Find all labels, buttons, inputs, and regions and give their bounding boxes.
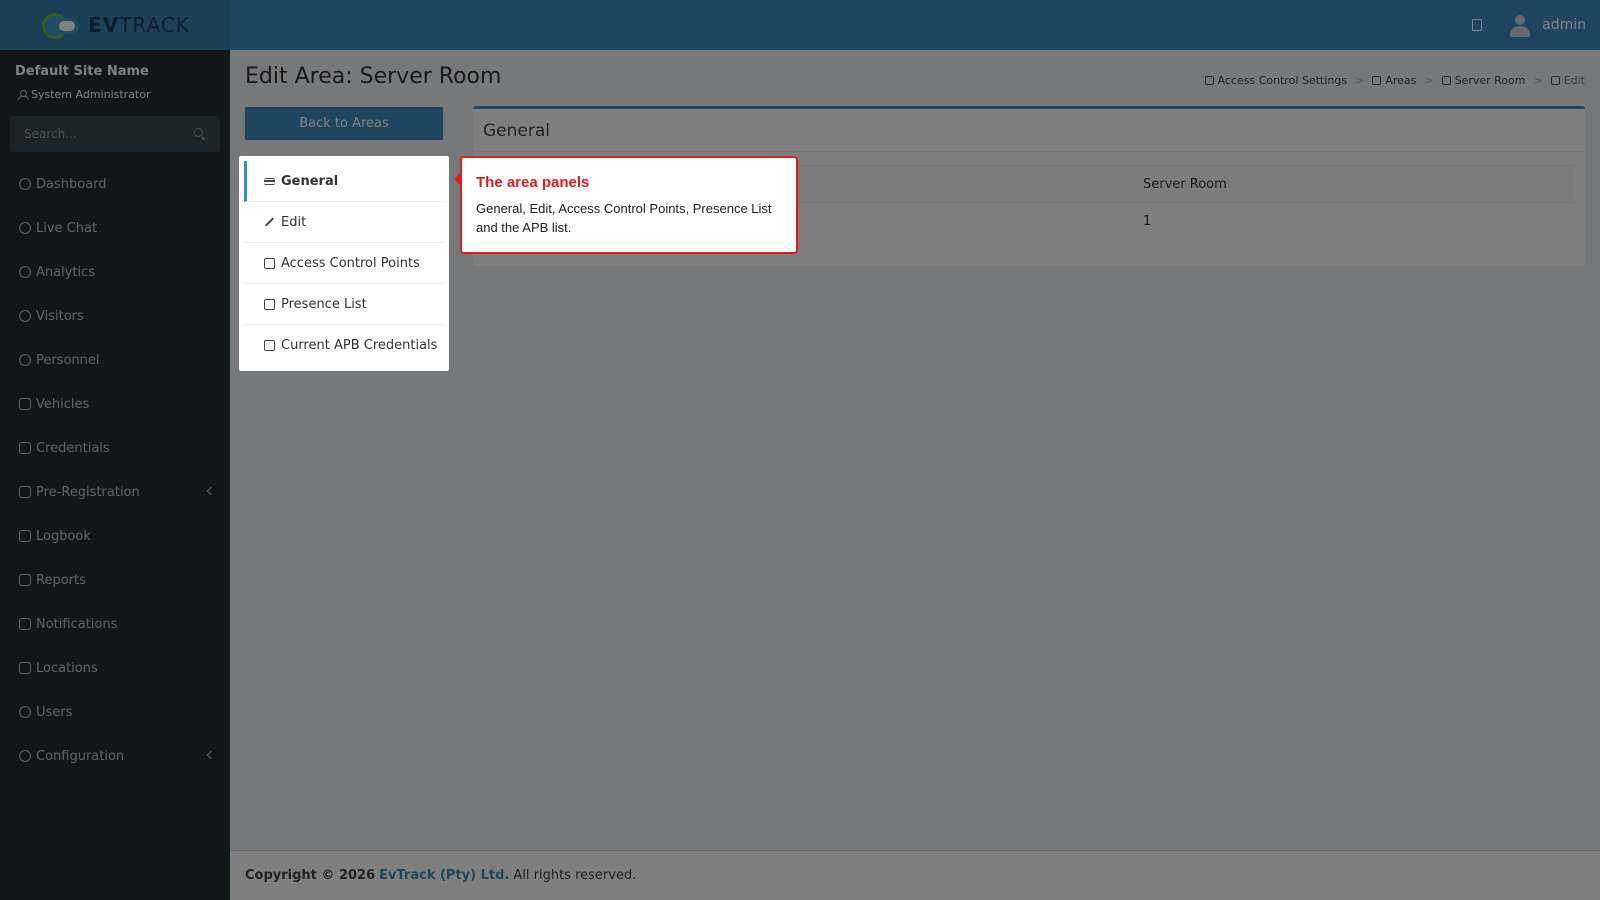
map-icon — [19, 662, 31, 674]
book-icon — [19, 530, 31, 542]
panel-tab-edit[interactable]: Edit — [244, 202, 444, 243]
back-to-areas-button[interactable]: Back to Areas — [245, 107, 443, 140]
sidebar-item-configuration[interactable]: Configuration — [0, 734, 230, 778]
panel-tab-access-control-points[interactable]: Access Control Points — [244, 243, 444, 284]
sidebar-item-dashboard[interactable]: Dashboard — [0, 162, 230, 206]
avatar — [1508, 13, 1532, 37]
analytics-icon — [19, 266, 31, 278]
sidebar-item-analytics[interactable]: Analytics — [0, 250, 230, 294]
general-panel-title: General — [483, 121, 550, 141]
lock-icon — [1204, 76, 1214, 85]
breadcrumb-access-control-settings[interactable]: Access Control Settings — [1204, 74, 1347, 87]
tour-tooltip-title: The area panels — [476, 174, 590, 191]
sidebar-item-logbook[interactable]: Logbook — [0, 514, 230, 558]
sidebar-item-credentials[interactable]: Credentials — [0, 426, 230, 470]
sidebar-nav: Dashboard Live Chat Analytics Visitors P… — [0, 162, 230, 778]
user-icon — [18, 90, 29, 100]
breadcrumb: Access Control Settings > Areas > Server… — [1204, 74, 1585, 87]
lock-icon — [264, 340, 275, 351]
page-title: Edit Area: Server Room — [245, 64, 502, 89]
chevron-left-icon — [206, 750, 216, 760]
company-link[interactable]: EvTrack (Pty) Ltd. — [379, 868, 509, 883]
sidebar-item-personnel[interactable]: Personnel — [0, 338, 230, 382]
breadcrumb-edit: Edit — [1550, 74, 1585, 87]
tour-tooltip-body: General, Edit, Access Control Points, Pr… — [476, 201, 772, 235]
reports-icon — [19, 574, 31, 586]
top-header: EVTRACK admin — [0, 0, 1600, 50]
panel-tab-general[interactable]: General — [244, 161, 444, 202]
site-name: Default Site Name — [15, 64, 149, 79]
logo-text: EVTRACK — [88, 13, 190, 37]
vehicle-icon — [19, 398, 31, 410]
breadcrumb-server-room[interactable]: Server Room — [1441, 74, 1525, 87]
table-cell-value: Server Room — [1133, 165, 1575, 203]
sidebar-item-reports[interactable]: Reports — [0, 558, 230, 602]
table-cell-value: 1 — [1133, 202, 1575, 240]
chat-icon — [19, 618, 31, 630]
walking-icon — [264, 298, 275, 310]
sidebar-item-locations[interactable]: Locations — [0, 646, 230, 690]
panel-tab-presence-list[interactable]: Presence List — [244, 284, 444, 325]
headset-icon — [19, 222, 31, 234]
eye-icon — [19, 310, 31, 322]
user-role: System Administrator — [18, 88, 151, 101]
list-icon — [264, 177, 275, 185]
door-icon — [264, 257, 275, 269]
personnel-icon — [19, 354, 31, 366]
pencil-icon — [1550, 76, 1560, 85]
panel-tab-current-apb-credentials[interactable]: Current APB Credentials — [244, 325, 444, 366]
logo[interactable]: EVTRACK — [0, 0, 230, 50]
area-icon — [1372, 76, 1382, 85]
exchange-icon — [19, 486, 31, 498]
tour-tooltip: The area panels General, Edit, Access Co… — [454, 156, 798, 254]
sidebar-item-vehicles[interactable]: Vehicles — [0, 382, 230, 426]
logo-icon — [40, 10, 84, 40]
sidebar-item-visitors[interactable]: Visitors — [0, 294, 230, 338]
sidebar-item-notifications[interactable]: Notifications — [0, 602, 230, 646]
sidebar-search — [10, 116, 220, 152]
exit-door-icon[interactable] — [1472, 19, 1483, 31]
username: admin — [1542, 17, 1586, 33]
dashboard-icon — [19, 178, 31, 190]
breadcrumb-areas[interactable]: Areas — [1372, 74, 1416, 87]
area-icon — [1441, 76, 1451, 85]
area-panels-list: General Edit Access Control Points Prese… — [239, 156, 449, 371]
search-icon[interactable] — [194, 128, 206, 140]
sidebar-item-live-chat[interactable]: Live Chat — [0, 206, 230, 250]
sidebar: Default Site Name System Administrator D… — [0, 50, 230, 900]
pencil-icon — [264, 217, 275, 227]
gear-icon — [19, 750, 31, 762]
chevron-left-icon — [206, 486, 216, 496]
sidebar-item-users[interactable]: Users — [0, 690, 230, 734]
sidebar-item-pre-registration[interactable]: Pre-Registration — [0, 470, 230, 514]
user-menu[interactable]: admin — [1508, 13, 1586, 37]
search-input[interactable] — [10, 116, 185, 152]
footer: Copyright © 2026 EvTrack (Pty) Ltd. All … — [230, 850, 1600, 900]
users-icon — [19, 706, 31, 718]
credentials-icon — [19, 442, 31, 454]
